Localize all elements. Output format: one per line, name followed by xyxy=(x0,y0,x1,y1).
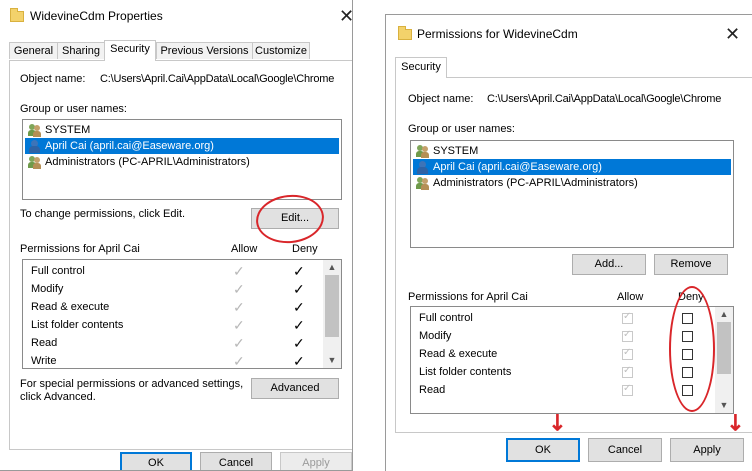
folder-icon xyxy=(10,8,24,22)
allow-checkbox xyxy=(622,329,633,342)
group-users-icon xyxy=(416,144,430,158)
allow-checkbox xyxy=(622,311,633,324)
deny-check-icon: ✓ xyxy=(293,281,305,297)
scroll-down-icon[interactable]: ▼ xyxy=(323,354,341,366)
deny-check-icon: ✓ xyxy=(293,335,305,351)
list-item[interactable]: Administrators (PC-APRIL\Administrators) xyxy=(413,175,731,191)
group-names-label: Group or user names: xyxy=(20,103,127,115)
list-item[interactable]: SYSTEM xyxy=(25,122,339,138)
permission-row: List folder contents xyxy=(31,319,124,331)
scroll-thumb[interactable] xyxy=(325,275,339,337)
allow-checkbox xyxy=(622,347,633,360)
allow-check-icon: ✓ xyxy=(233,317,245,333)
remove-button[interactable]: Remove xyxy=(654,254,728,275)
allow-checkbox xyxy=(622,365,633,378)
deny-highlight-ring xyxy=(669,286,715,412)
permissions-dialog: Permissions for WidevineCdm ✕ Security O… xyxy=(385,14,752,471)
scroll-up-icon[interactable]: ▲ xyxy=(323,261,341,273)
single-user-icon xyxy=(416,160,430,174)
close-icon[interactable]: ✕ xyxy=(339,7,352,25)
allow-header: Allow xyxy=(231,243,258,255)
list-item[interactable]: Administrators (PC-APRIL\Administrators) xyxy=(25,154,339,170)
apply-button[interactable]: Apply xyxy=(670,438,744,462)
allow-check-icon: ✓ xyxy=(233,335,245,351)
title-bar: WidevineCdm Properties ✕ xyxy=(0,0,352,30)
ok-button[interactable]: OK xyxy=(506,438,580,462)
single-user-icon xyxy=(28,139,42,153)
allow-checkbox xyxy=(622,383,633,396)
permission-row: Read & execute xyxy=(31,301,110,313)
allow-check-icon: ✓ xyxy=(233,281,245,297)
allow-check-icon: ✓ xyxy=(233,263,245,279)
permission-row: Full control xyxy=(31,265,85,277)
change-permissions-text: To change permissions, click Edit. xyxy=(20,208,186,220)
cancel-button[interactable]: Cancel xyxy=(588,438,662,462)
list-item[interactable]: April Cai (april.cai@Easeware.org) xyxy=(25,138,339,154)
permissions-list: Full control Modify Read & execute List … xyxy=(22,259,342,369)
ok-button[interactable]: OK xyxy=(120,452,192,470)
dialog-title: Permissions for WidevineCdm xyxy=(417,27,578,41)
group-names-label: Group or user names: xyxy=(408,123,515,135)
permission-row: Read xyxy=(31,337,58,349)
deny-check-icon: ✓ xyxy=(293,263,305,279)
special-permissions-text-2: click Advanced. xyxy=(20,391,96,403)
allow-header: Allow xyxy=(617,291,644,303)
special-permissions-text: For special permissions or advanced sett… xyxy=(20,378,244,390)
user-list[interactable]: SYSTEM April Cai (april.cai@Easeware.org… xyxy=(22,119,342,200)
permissions-scrollbar[interactable]: ▲ ▼ xyxy=(323,260,341,368)
scroll-thumb[interactable] xyxy=(717,322,731,374)
allow-check-icon: ✓ xyxy=(233,353,245,369)
deny-check-icon: ✓ xyxy=(293,353,305,369)
permission-row: Modify xyxy=(31,283,64,295)
tab-security[interactable]: Security xyxy=(395,57,447,78)
object-name-label: Object name: xyxy=(408,93,474,105)
folder-icon xyxy=(398,26,412,40)
tab-general[interactable]: General xyxy=(9,42,58,59)
permission-row: Write xyxy=(31,355,57,367)
permissions-label: Permissions for April Cai xyxy=(20,243,140,255)
group-users-icon xyxy=(28,155,42,169)
permissions-scrollbar[interactable]: ▲ ▼ xyxy=(715,307,733,413)
group-users-icon xyxy=(416,176,430,190)
tab-previous-versions[interactable]: Previous Versions xyxy=(156,42,253,59)
close-icon[interactable]: ✕ xyxy=(725,25,740,43)
tab-sharing[interactable]: Sharing xyxy=(57,42,105,59)
scroll-up-icon[interactable]: ▲ xyxy=(715,308,733,320)
title-bar: Permissions for WidevineCdm ✕ xyxy=(386,15,752,45)
permission-row: Read xyxy=(419,384,446,396)
deny-header: Deny xyxy=(292,243,318,255)
object-name-label: Object name: xyxy=(20,73,86,85)
advanced-button[interactable]: Advanced xyxy=(251,378,339,399)
permissions-label: Permissions for April Cai xyxy=(408,291,528,303)
tab-security[interactable]: Security xyxy=(104,40,156,61)
add-button[interactable]: Add... xyxy=(572,254,646,275)
deny-check-icon: ✓ xyxy=(293,299,305,315)
apply-button[interactable]: Apply xyxy=(280,452,352,470)
object-name-value: C:\Users\April.Cai\AppData\Local\Google\… xyxy=(100,73,335,85)
permission-row: Full control xyxy=(419,312,473,324)
list-item[interactable]: SYSTEM xyxy=(413,143,731,159)
user-list[interactable]: SYSTEM April Cai (april.cai@Easeware.org… xyxy=(410,140,734,248)
object-name-value: C:\Users\April.Cai\AppData\Local\Google\… xyxy=(487,93,722,105)
tab-customize[interactable]: Customize xyxy=(252,42,310,59)
cancel-button[interactable]: Cancel xyxy=(200,452,272,470)
tab-strip: General Sharing Security Previous Versio… xyxy=(9,40,349,61)
group-users-icon xyxy=(28,123,42,137)
security-panel: Object name: C:\Users\April.Cai\AppData\… xyxy=(9,60,352,450)
deny-check-icon: ✓ xyxy=(293,317,305,333)
list-item[interactable]: April Cai (april.cai@Easeware.org) xyxy=(413,159,731,175)
allow-check-icon: ✓ xyxy=(233,299,245,315)
dialog-title: WidevineCdm Properties xyxy=(30,9,163,23)
properties-dialog: WidevineCdm Properties ✕ General Sharing… xyxy=(0,0,353,471)
